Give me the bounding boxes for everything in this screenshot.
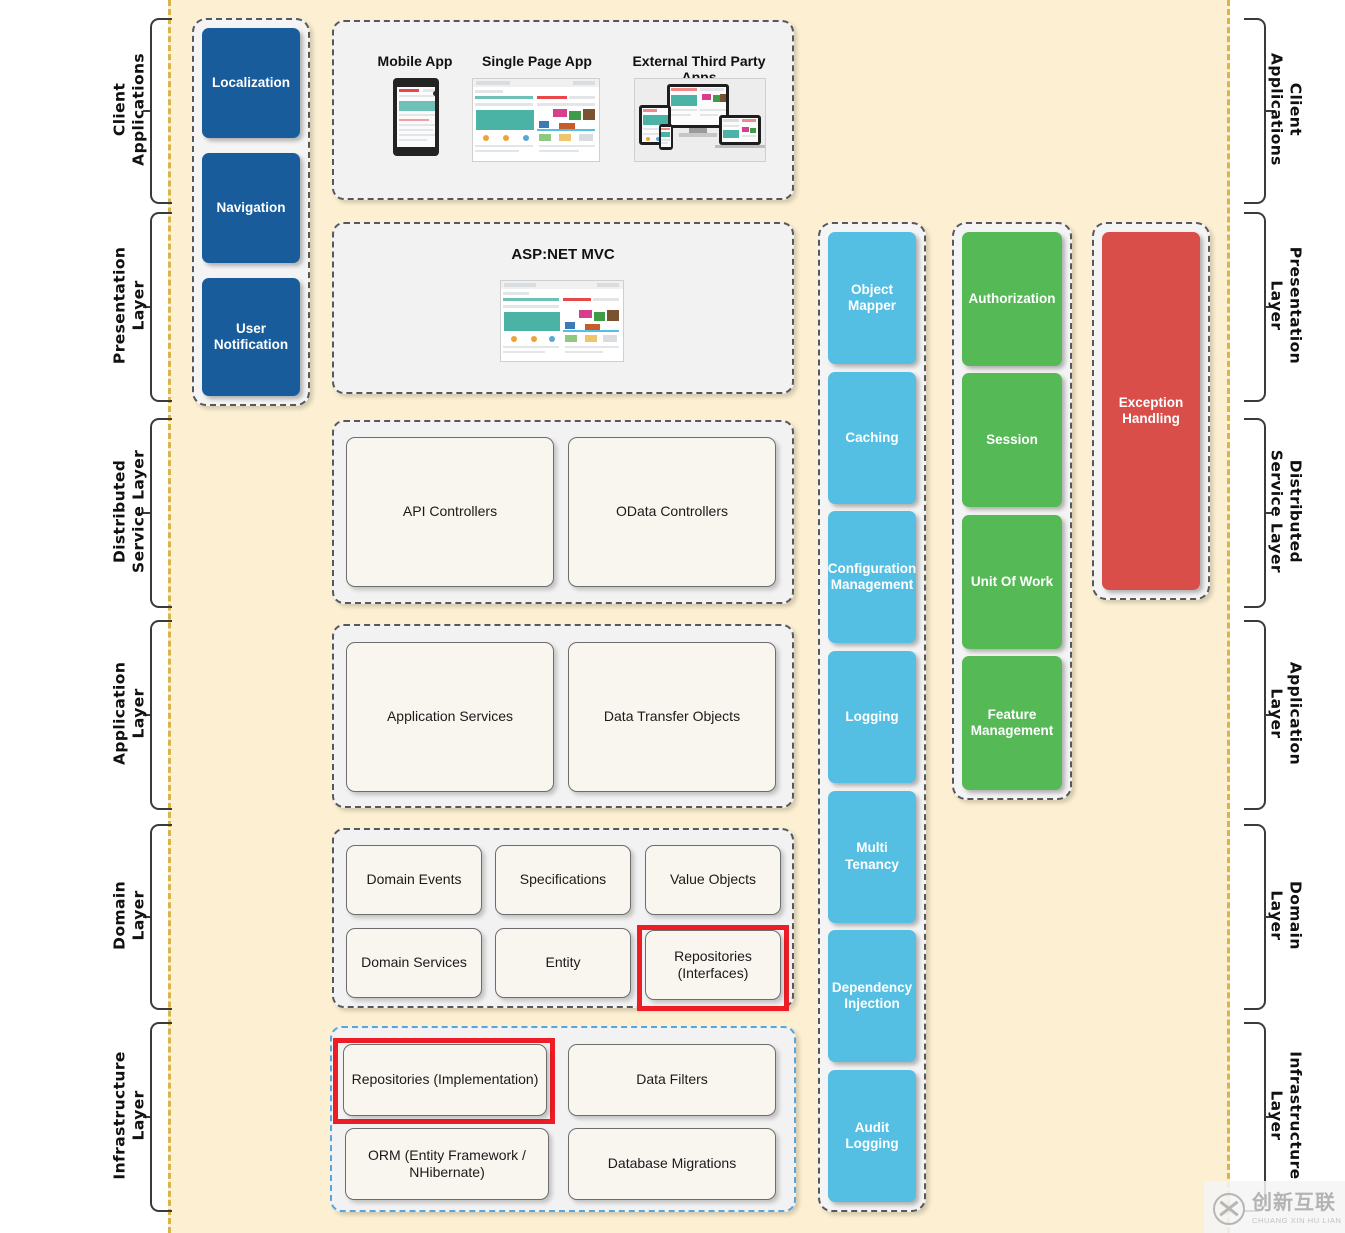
client-app-label-spa: Single Page App bbox=[482, 53, 592, 69]
crosscut-chip-label: Localization bbox=[211, 74, 290, 90]
domain-box-specifications[interactable]: Specifications bbox=[495, 845, 631, 915]
crosscut-chip-label: Logging bbox=[845, 708, 899, 724]
crosscut-chip-audit-logging[interactable]: Audit Logging bbox=[828, 1069, 916, 1202]
crosscutting-green-panel: Authorization Session Unit Of Work Featu… bbox=[952, 222, 1072, 800]
crosscut-chip-label: Dependency Injection bbox=[831, 980, 913, 1012]
crosscutting-red-panel: Exception Handling bbox=[1092, 222, 1210, 600]
right-label-text-0: Client Applications bbox=[1267, 52, 1305, 166]
dashboard-thumbnail bbox=[472, 78, 600, 162]
watermark: 创新互联 CHUANG XIN HU LIAN bbox=[1204, 1181, 1345, 1233]
client-app-label-mobile: Mobile App bbox=[377, 53, 453, 69]
crosscut-chip-multi-tenancy[interactable]: Multi Tenancy bbox=[828, 790, 916, 923]
right-label-text-4: Domain Layer bbox=[1267, 880, 1305, 950]
crosscut-chip-label: Object Mapper bbox=[847, 281, 896, 313]
crosscutting-left-panel: Localization Navigation User Notificatio… bbox=[192, 18, 310, 406]
infra-box-data-filters[interactable]: Data Filters bbox=[568, 1044, 776, 1116]
crosscut-chip-configuration-management[interactable]: Configuration Management bbox=[827, 511, 917, 644]
crosscut-chip-user-notification[interactable]: User Notification bbox=[202, 278, 300, 396]
infra-box-orm[interactable]: ORM (Entity Framework / NHibernate) bbox=[345, 1128, 549, 1200]
crosscut-chip-label: Multi Tenancy bbox=[845, 840, 899, 872]
architecture-diagram: Client Applications Presentation Layer D… bbox=[0, 0, 1345, 1233]
domain-box-domain-services[interactable]: Domain Services bbox=[346, 928, 482, 998]
crosscut-chip-label: Unit Of Work bbox=[970, 573, 1054, 589]
crosscut-chip-label: Configuration Management bbox=[827, 561, 917, 593]
left-label-text-5: Infrastructure Layer bbox=[110, 1051, 148, 1180]
watermark-logo-icon bbox=[1213, 1193, 1245, 1225]
domain-box-entity[interactable]: Entity bbox=[495, 928, 631, 998]
crosscut-chip-unit-of-work[interactable]: Unit Of Work bbox=[962, 514, 1062, 649]
crosscutting-cyan-panel: Object Mapper Caching Configuration Mana… bbox=[818, 222, 926, 1212]
crosscut-chip-label: Caching bbox=[845, 429, 899, 445]
left-label-text-2: Distributed Service Layer bbox=[110, 449, 148, 573]
domain-box-domain-events[interactable]: Domain Events bbox=[346, 845, 482, 915]
crosscut-chip-localization[interactable]: Localization bbox=[202, 28, 300, 138]
left-label-text-1: Presentation Layer bbox=[110, 246, 148, 365]
crosscut-chip-label: User Notification bbox=[213, 320, 289, 352]
crosscut-chip-session[interactable]: Session bbox=[962, 373, 1062, 508]
app-box-data-transfer-objects[interactable]: Data Transfer Objects bbox=[568, 642, 776, 792]
dsl-box-odata-controllers[interactable]: OData Controllers bbox=[568, 437, 776, 587]
watermark-text-en: CHUANG XIN HU LIAN bbox=[1252, 1216, 1342, 1225]
mobile-phone-thumbnail bbox=[393, 78, 439, 156]
crosscut-chip-exception-handling[interactable]: Exception Handling bbox=[1102, 232, 1200, 590]
domain-box-value-objects[interactable]: Value Objects bbox=[645, 845, 781, 915]
right-label-text-1: Presentation Layer bbox=[1267, 246, 1305, 365]
domain-box-repositories-interfaces[interactable]: Repositories (Interfaces) bbox=[645, 930, 781, 1000]
crosscut-chip-object-mapper[interactable]: Object Mapper bbox=[828, 232, 916, 364]
crosscut-chip-dependency-injection[interactable]: Dependency Injection bbox=[828, 930, 916, 1063]
watermark-text-cn: 创新互联 bbox=[1252, 1192, 1336, 1214]
presentation-dashboard-thumbnail bbox=[500, 280, 624, 362]
infra-box-database-migrations[interactable]: Database Migrations bbox=[568, 1128, 776, 1200]
crosscut-chip-logging[interactable]: Logging bbox=[828, 650, 916, 783]
crosscut-chip-label: Navigation bbox=[216, 199, 286, 215]
left-label-text-4: Domain Layer bbox=[110, 880, 148, 950]
crosscut-chip-label: Exception Handling bbox=[1118, 394, 1184, 426]
right-label-text-2: Distributed Service Layer bbox=[1267, 449, 1305, 573]
crosscut-chip-navigation[interactable]: Navigation bbox=[202, 153, 300, 263]
dsl-box-api-controllers[interactable]: API Controllers bbox=[346, 437, 554, 587]
presentation-layer-title: ASP:NET MVC bbox=[511, 246, 615, 263]
app-box-application-services[interactable]: Application Services bbox=[346, 642, 554, 792]
right-label-text-3: Application Layer bbox=[1267, 661, 1305, 765]
crosscut-chip-caching[interactable]: Caching bbox=[828, 371, 916, 504]
crosscut-chip-feature-management[interactable]: Feature Management bbox=[962, 655, 1062, 790]
left-label-text-0: Client Applications bbox=[110, 52, 148, 166]
crosscut-chip-label: Authorization bbox=[968, 290, 1056, 306]
left-label-text-3: Application Layer bbox=[110, 661, 148, 766]
crosscut-chip-label: Session bbox=[986, 432, 1038, 448]
multi-device-thumbnail bbox=[634, 78, 766, 162]
crosscut-chip-authorization[interactable]: Authorization bbox=[962, 232, 1062, 366]
crosscut-chip-label: Audit Logging bbox=[845, 1119, 899, 1151]
crosscut-chip-label: Feature Management bbox=[970, 706, 1054, 738]
infra-box-repositories-implementation[interactable]: Repositories (Implementation) bbox=[343, 1044, 547, 1116]
